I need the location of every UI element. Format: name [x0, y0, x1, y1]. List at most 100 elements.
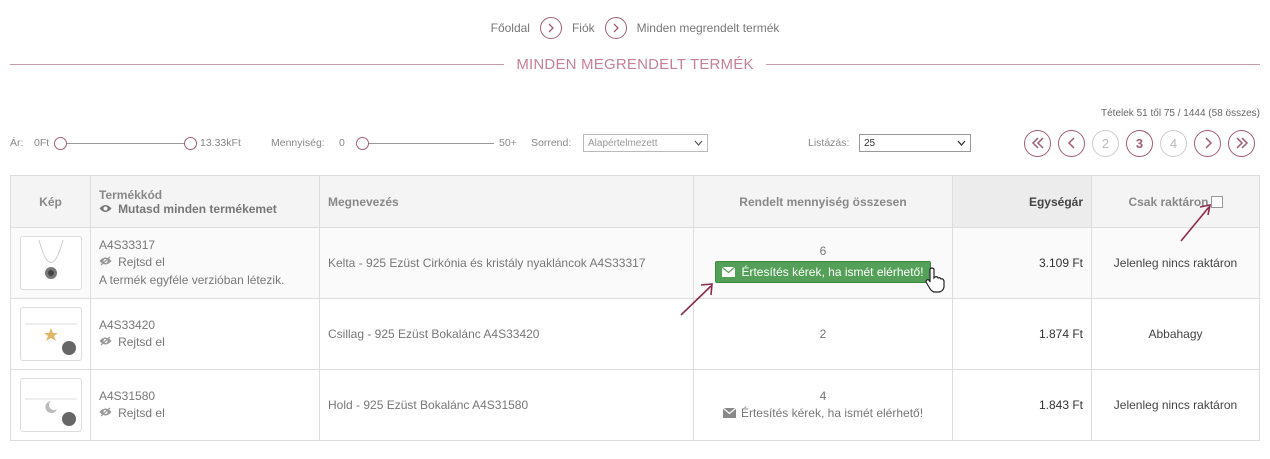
product-name[interactable]: Kelta - 925 Ezüst Cirkónia és kristály n… [319, 227, 694, 299]
sort-select[interactable]: Alapértelmezett [583, 134, 708, 152]
hide-product-link[interactable]: Rejtsd el [99, 334, 311, 352]
page-4-button[interactable]: 4 [1160, 129, 1187, 157]
quantity-max-value: 50+ [499, 137, 517, 149]
breadcrumb-home[interactable]: Főoldal [491, 21, 530, 35]
stock-status: Jelenleg nincs raktáron [1091, 369, 1260, 441]
notify-when-available-button[interactable]: Értesítés kérek, ha ismét elérhető! [715, 260, 931, 283]
pagination: 2 3 4 [1024, 129, 1255, 157]
price-slider-max-handle[interactable] [184, 136, 197, 150]
product-thumbnail[interactable] [19, 307, 82, 361]
unit-price: 1.874 Ft [952, 298, 1092, 370]
product-name[interactable]: Csillag - 925 Ezüst Bokalánc A4S33420 [319, 298, 694, 370]
product-code-cell: A4S33317 Rejtsd el A termék egyféle verz… [90, 227, 320, 299]
breadcrumb: Főoldal Fiók Minden megrendelt termék [0, 17, 1270, 39]
product-code: A4S33317 [99, 238, 156, 252]
necklace-image [38, 239, 63, 279]
price-label: Ár: [10, 137, 24, 149]
quantity-slider-handle[interactable] [356, 136, 369, 150]
table-row: A4S33420 Rejtsd el Csillag - 925 Ezüst B… [10, 298, 1260, 370]
page-2-button[interactable]: 2 [1092, 129, 1119, 157]
anklet-image [24, 398, 77, 426]
double-chevron-right-icon [1235, 137, 1248, 149]
eye-icon [99, 204, 115, 216]
title-divider-right [765, 63, 1260, 65]
show-all-products-link[interactable]: Mutasd minden termékemet [99, 202, 311, 216]
list-count-value: 25 [864, 137, 876, 149]
product-thumbnail[interactable] [19, 378, 82, 432]
product-name[interactable]: Hold - 925 Ezüst Bokalánc A4S31580 [319, 369, 694, 441]
hide-product-link[interactable]: Rejtsd el [99, 405, 311, 423]
stock-status: Jelenleg nincs raktáron [1091, 227, 1260, 299]
column-quantity: Rendelt mennyiség összesen [693, 175, 953, 228]
hand-cursor-icon [925, 267, 945, 293]
title-divider-left [10, 63, 505, 65]
items-info: Tételek 51 től 75 / 1444 (58 összes) [1101, 108, 1260, 119]
annotation-arrow-icon [1180, 203, 1212, 242]
chevron-right-icon [604, 17, 627, 39]
page-3-button[interactable]: 3 [1126, 129, 1153, 157]
unit-price: 3.109 Ft [952, 227, 1092, 299]
notify-label: Értesítés kérek, ha ismét elérhető! [740, 406, 924, 420]
product-image-cell [10, 369, 91, 441]
eye-slash-icon [99, 336, 115, 349]
quantity-slider[interactable] [356, 130, 494, 156]
price-max-value: 13.33kFt [200, 137, 241, 149]
chevron-right-icon [539, 17, 562, 39]
envelope-icon [722, 266, 736, 277]
list-label: Listázás: [808, 137, 850, 149]
ordered-quantity-cell: 2 [693, 298, 953, 370]
stock-status: Abbahagy [1091, 298, 1260, 370]
column-image: Kép [10, 175, 91, 228]
breadcrumb-account[interactable]: Fiók [572, 21, 595, 35]
next-page-button[interactable] [1194, 129, 1221, 157]
first-page-button[interactable] [1024, 129, 1051, 157]
ordered-quantity: 2 [819, 327, 827, 341]
previous-page-button[interactable] [1058, 129, 1085, 157]
ordered-quantity: 6 [819, 243, 827, 258]
quantity-label: Mennyiség: [271, 137, 325, 149]
breadcrumb-current: Minden megrendelt termék [636, 21, 780, 35]
ordered-quantity-cell: 4 Értesítés kérek, ha ismét elérhető! [693, 369, 953, 441]
product-code-cell: A4S31580 Rejtsd el [90, 369, 320, 441]
column-unit-price[interactable]: Egységár [952, 175, 1092, 228]
page-title: MINDEN MEGRENDELT TERMÉK [516, 55, 754, 73]
anklet-image [24, 323, 77, 355]
sort-select-value: Alapértelmezett [588, 137, 658, 149]
chevron-right-icon [1204, 137, 1212, 149]
price-min-value: 0Ft [34, 137, 50, 149]
table-header-row: Kép Termékkód Mutasd minden termékemet M… [10, 175, 1260, 228]
product-image-cell [10, 298, 91, 370]
price-slider[interactable] [54, 130, 197, 156]
hide-product-link[interactable]: Rejtsd el [99, 254, 311, 272]
annotation-arrow-icon [680, 283, 713, 316]
sort-label: Sorrend: [531, 137, 572, 149]
last-page-button[interactable] [1228, 129, 1255, 157]
double-chevron-left-icon [1031, 137, 1044, 149]
ordered-quantity: 4 [819, 389, 827, 403]
filter-bar: Ár: 0Ft 13.33kFt Mennyiség: 0 50+ Sorren… [10, 129, 1260, 157]
hide-product-label: Rejtsd el [118, 405, 165, 420]
hide-product-label: Rejtsd el [118, 334, 165, 349]
product-code: A4S33420 [99, 317, 156, 332]
list-count-select[interactable]: 25 [859, 134, 971, 152]
eye-slash-icon [99, 256, 115, 269]
unit-price: 1.843 Ft [952, 369, 1092, 441]
product-code-cell: A4S33420 Rejtsd el [90, 298, 320, 370]
table-row: A4S33317 Rejtsd el A termék egyféle verz… [10, 227, 1260, 299]
product-image-cell [10, 227, 91, 299]
chevron-down-icon [957, 138, 966, 148]
chevron-down-icon [694, 138, 703, 148]
quantity-min-value: 0 [339, 137, 345, 149]
product-thumbnail[interactable] [19, 236, 82, 290]
envelope-icon [722, 408, 736, 418]
ordered-products-table: Kép Termékkód Mutasd minden termékemet M… [10, 175, 1260, 441]
price-slider-min-handle[interactable] [54, 136, 67, 150]
hide-product-label: Rejtsd el [118, 255, 165, 269]
notify-when-available-link[interactable]: Értesítés kérek, ha ismét elérhető! [722, 406, 924, 420]
table-row: A4S31580 Rejtsd el Hold - 925 Ezüst Boka… [10, 369, 1260, 441]
chevron-left-icon [1067, 137, 1075, 149]
column-code: Termékkód Mutasd minden termékemet [90, 175, 320, 228]
column-name: Megnevezés [319, 175, 694, 228]
variant-note: A termék egyféle verzióban létezik. [99, 273, 285, 287]
column-code-label: Termékkód [99, 187, 163, 202]
